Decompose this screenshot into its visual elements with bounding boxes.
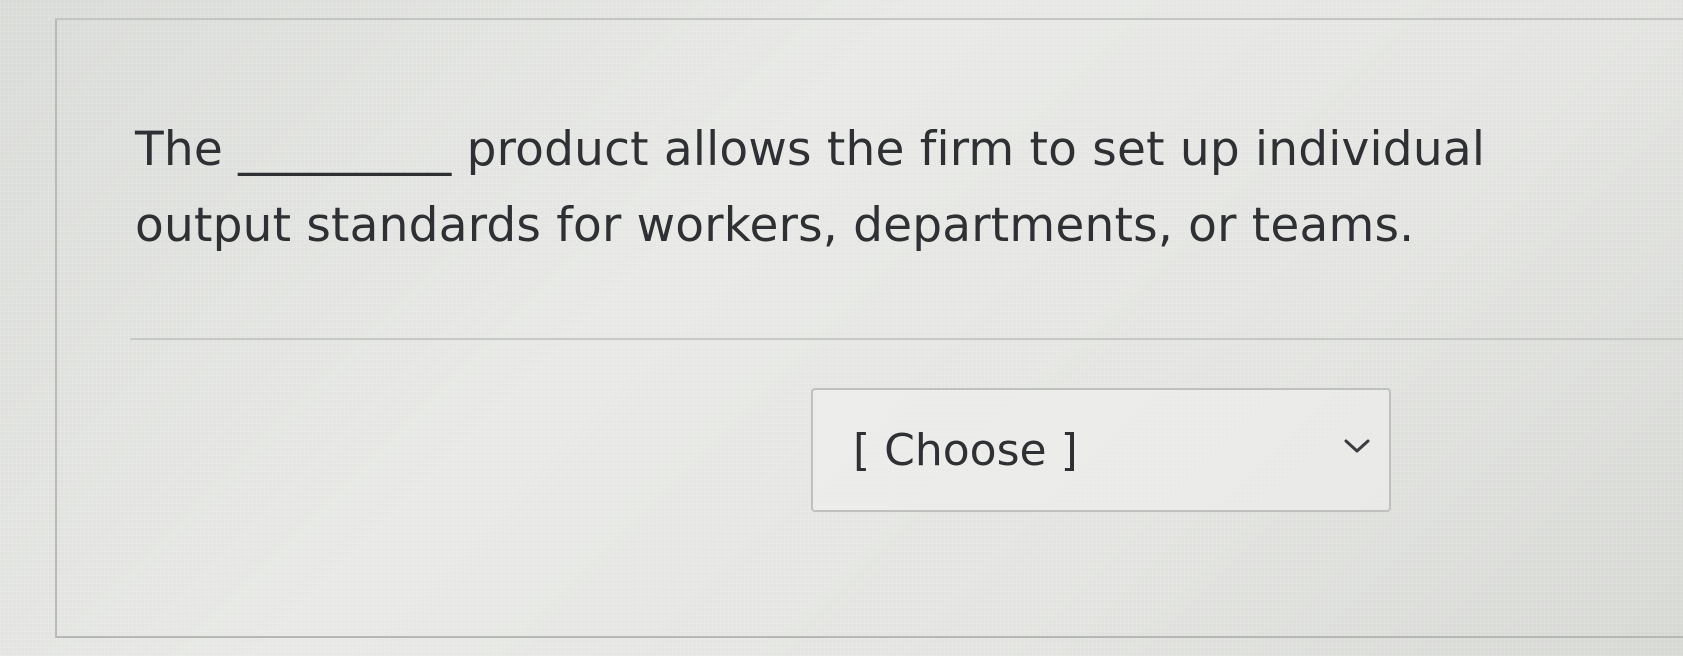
question-text: The _________ product allows the firm to… <box>135 122 1486 253</box>
question-card <box>55 18 1683 638</box>
answer-dropdown[interactable]: [ Choose ] <box>811 388 1391 512</box>
divider <box>130 338 1683 340</box>
dropdown-selected-value: [ Choose ] <box>853 424 1078 476</box>
screen: The _________ product allows the firm to… <box>0 0 1683 656</box>
chevron-down-icon <box>1344 439 1370 453</box>
